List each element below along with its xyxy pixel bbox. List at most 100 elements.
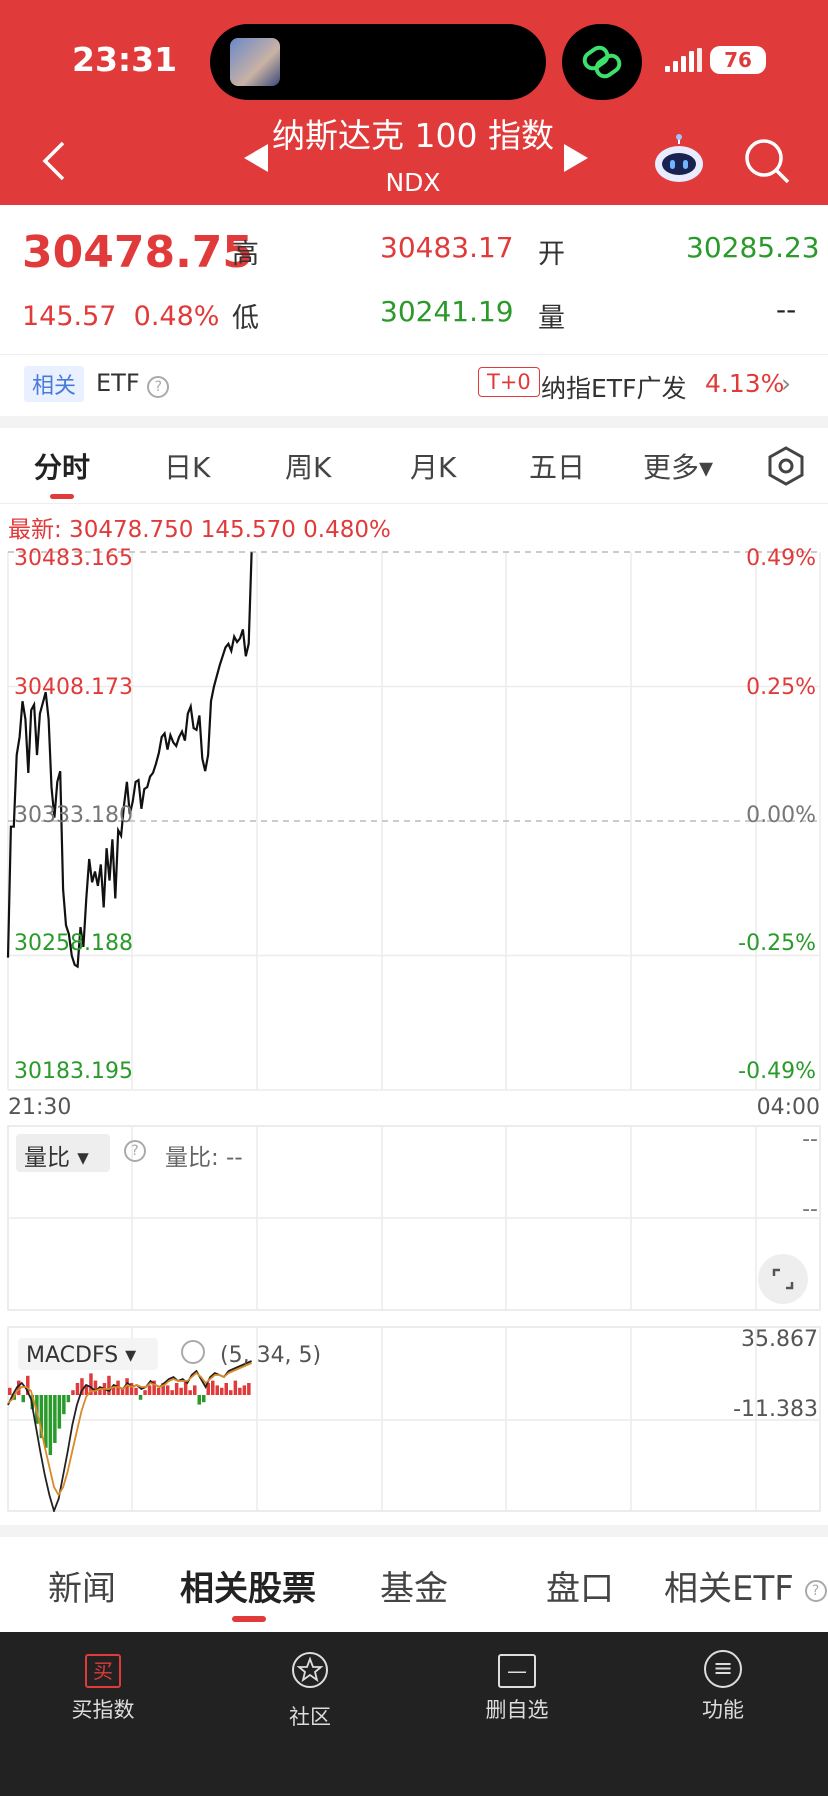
percent-axis-label: -0.49% <box>738 1059 816 1084</box>
next-index-arrow-icon[interactable] <box>564 144 588 172</box>
macd-histogram-bar <box>229 1390 233 1395</box>
macd-histogram-bar <box>170 1390 174 1395</box>
tab-monthly-k[interactable]: 月K <box>410 446 456 486</box>
macd-histogram-bar <box>174 1383 179 1395</box>
section-divider <box>0 1525 828 1537</box>
high-label: 高 <box>232 239 259 270</box>
settings-hexagon-icon[interactable] <box>764 444 808 488</box>
functions-button[interactable]: ≡ 功能 <box>648 1642 798 1724</box>
search-icon[interactable] <box>740 134 794 188</box>
tab-daily-k[interactable]: 日K <box>164 446 210 486</box>
change-percent: 0.48% <box>133 301 220 332</box>
time-start-label: 21:30 <box>8 1095 71 1120</box>
macd-histogram-bar <box>156 1387 161 1395</box>
link-status-pill[interactable] <box>562 24 642 100</box>
macd-histogram-bar <box>66 1395 71 1403</box>
community-label: 社区 <box>289 1705 331 1729</box>
high-value: 30483.17 <box>380 231 514 264</box>
volume-ratio-scale-bottom: -- <box>802 1197 818 1222</box>
back-button[interactable] <box>34 136 74 186</box>
app-header: 23:31 76 纳斯达克 100 指数 NDX <box>0 0 828 205</box>
macd-histogram-bar <box>21 1395 25 1403</box>
last-price: 30478.75 <box>22 227 254 278</box>
macd-histogram-bar <box>215 1385 219 1395</box>
macd-histogram-bar <box>233 1380 238 1395</box>
detail-tabs: 新闻 相关股票 基金 盘口 相关ETF ? <box>0 1537 828 1631</box>
remove-watchlist-label: 删自选 <box>485 1698 549 1722</box>
index-title: 纳斯达克 100 指数 <box>272 116 554 155</box>
macd-histogram-bar <box>53 1395 57 1443</box>
open-label: 开 <box>538 239 565 270</box>
community-button[interactable]: 社区 <box>235 1642 385 1731</box>
tab-order-book[interactable]: 盘口 <box>546 1561 614 1610</box>
macd-histogram-bar <box>193 1385 197 1395</box>
intraday-chart[interactable]: 30483.165 30408.173 30333.180 30258.188 3018… <box>0 540 828 1512</box>
tab-related-etf[interactable]: 相关ETF ? <box>664 1561 827 1610</box>
macd-help-icon <box>181 1340 205 1364</box>
tab-news[interactable]: 新闻 <box>48 1561 116 1610</box>
volume-ratio-scale-top: -- <box>802 1127 818 1152</box>
macd-histogram-bar <box>93 1380 98 1395</box>
macd-histogram-bar <box>143 1390 147 1395</box>
macd-params: (5, 34, 5) <box>220 1343 321 1368</box>
help-icon[interactable]: ? <box>147 376 170 398</box>
buy-index-label: 买指数 <box>71 1698 135 1722</box>
fullscreen-expand-button[interactable] <box>758 1254 808 1304</box>
index-code: NDX <box>385 168 441 197</box>
tab-related-stocks[interactable]: 相关股票 <box>180 1561 316 1610</box>
t0-badge: T+0 <box>478 367 540 397</box>
buy-index-button[interactable]: 买 买指数 <box>28 1642 178 1724</box>
macd-label: MACDFS ▾ <box>26 1343 136 1368</box>
bottom-action-bar: 买 买指数 社区 — 删自选 ≡ 功能 <box>0 1632 828 1796</box>
related-fund-change: 4.13% <box>705 369 785 398</box>
ai-assistant-robot-icon[interactable] <box>652 134 706 184</box>
status-indicators: 76 <box>665 46 766 74</box>
now-playing-thumbnail[interactable] <box>230 38 280 86</box>
quote-summary: 30478.75 145.57 0.48% 高 30483.17 开 30285… <box>0 205 828 355</box>
percent-axis-label: 0.49% <box>746 546 816 571</box>
macd-histogram-bar <box>62 1395 66 1415</box>
price-change: 145.57 0.48% <box>22 301 219 332</box>
macd-histogram-bar <box>147 1385 152 1395</box>
macd-histogram-bar <box>197 1395 201 1405</box>
help-icon[interactable]: ? <box>804 1579 827 1602</box>
volume-label: 量 <box>538 303 565 334</box>
tab-weekly-k[interactable]: 周K <box>285 446 331 486</box>
percent-axis-label: 0.00% <box>746 803 816 828</box>
signal-icon <box>665 48 702 72</box>
buy-icon: 买 <box>85 1654 121 1688</box>
low-label: 低 <box>232 303 259 334</box>
expand-icon <box>772 1268 794 1290</box>
period-tabs: 分时 日K 周K 月K 五日 更多▾ <box>0 430 828 504</box>
macd-histogram-bar <box>71 1390 75 1395</box>
low-value: 30241.19 <box>380 295 514 328</box>
macd-histogram-bar <box>247 1383 251 1395</box>
active-tab-indicator <box>50 494 74 499</box>
chevron-right-icon[interactable]: › <box>781 369 791 398</box>
latest-quote-line: 最新: 30478.750 145.570 0.480% <box>8 517 391 543</box>
tab-more[interactable]: 更多▾ <box>643 446 713 486</box>
related-etf-row[interactable]: 相关 ETF ? T+0 纳指ETF广发 4.13% › <box>0 356 828 416</box>
tab-funds[interactable]: 基金 <box>380 1561 448 1610</box>
etf-label: ETF ? <box>96 369 170 398</box>
menu-icon: ≡ <box>704 1650 742 1688</box>
macd-histogram-bar <box>44 1395 48 1448</box>
macd-histogram-bar <box>107 1375 111 1395</box>
related-fund-name[interactable]: 纳指ETF广发 <box>541 369 686 405</box>
percent-axis-label: 0.25% <box>746 675 816 700</box>
tab-intraday[interactable]: 分时 <box>34 446 90 486</box>
macd-upper-value: 35.867 <box>741 1327 818 1352</box>
etf-label-text: ETF <box>96 369 140 397</box>
tab-five-day[interactable]: 五日 <box>529 446 585 486</box>
macd-histogram-bar <box>48 1395 53 1455</box>
volume-ratio-help-icon[interactable]: ? <box>124 1140 146 1162</box>
macd-histogram-bar <box>242 1385 247 1395</box>
macd-histogram-bar <box>220 1387 224 1395</box>
prev-index-arrow-icon[interactable] <box>244 144 268 172</box>
macd-histogram-bar <box>211 1380 215 1395</box>
indicator-select-volume-ratio[interactable]: 量比 ▾ <box>16 1134 110 1172</box>
remove-watchlist-button[interactable]: — 删自选 <box>442 1642 592 1724</box>
macd-histogram-bar <box>138 1395 143 1400</box>
battery-icon: 76 <box>710 46 766 74</box>
macd-histogram-bar <box>179 1387 183 1395</box>
